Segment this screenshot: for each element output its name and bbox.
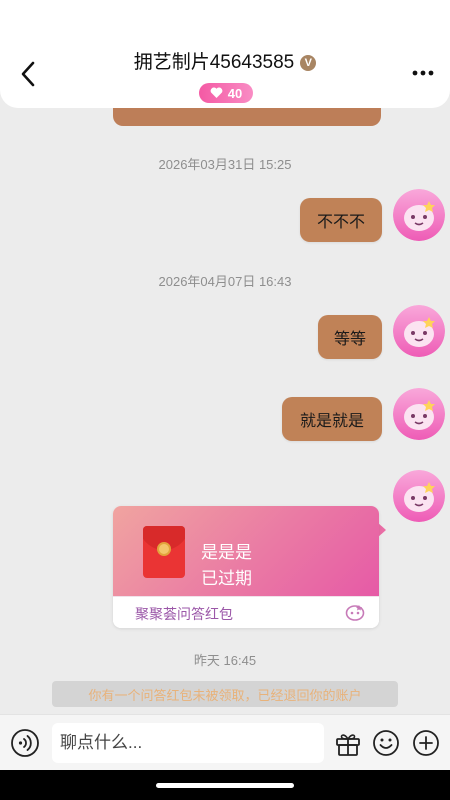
user-avatar[interactable] xyxy=(393,470,445,522)
user-avatar[interactable] xyxy=(393,388,445,440)
chat-title: 拥艺制片45643585 xyxy=(133,52,295,73)
heart-icon xyxy=(210,87,223,98)
chat-header: 拥艺制片45643585 V 40 xyxy=(0,0,450,108)
message-bubble[interactable]: 就是就是 xyxy=(282,397,382,441)
system-home-bar xyxy=(0,770,450,800)
level-badge: 40 xyxy=(199,83,253,103)
more-button[interactable] xyxy=(410,62,436,84)
voice-icon[interactable] xyxy=(10,728,40,758)
emoji-icon[interactable] xyxy=(372,729,400,757)
system-notice: 你有一个问答红包未被领取，已经退回你的账户 xyxy=(52,681,398,707)
chat-title-row: 拥艺制片45643585 V xyxy=(0,50,450,76)
timestamp: 昨天 16:45 xyxy=(193,653,257,668)
brand-logo-icon xyxy=(345,605,365,621)
plus-icon[interactable] xyxy=(412,729,440,757)
red-packet-card[interactable]: 是是是 已过期 聚聚荟问答红包 xyxy=(113,506,379,628)
gift-icon[interactable] xyxy=(334,729,362,757)
timestamp: 2026年03月31日 15:25 xyxy=(158,157,292,172)
home-indicator[interactable] xyxy=(156,783,294,788)
user-avatar[interactable] xyxy=(393,305,445,357)
red-envelope-icon xyxy=(143,526,185,578)
timestamp: 2026年04月07日 16:43 xyxy=(158,274,292,289)
red-packet-body: 是是是 已过期 xyxy=(113,506,379,596)
message-input[interactable] xyxy=(52,723,324,763)
red-packet-footer: 聚聚荟问答红包 xyxy=(113,596,379,628)
red-packet-brand: 聚聚荟问答红包 xyxy=(135,606,233,622)
more-dots-icon xyxy=(412,70,434,76)
message-bubble[interactable]: 等等 xyxy=(318,315,382,359)
level-value: 40 xyxy=(227,85,243,101)
verified-badge: V xyxy=(300,55,317,71)
red-packet-title: 是是是 xyxy=(201,543,252,562)
user-avatar[interactable] xyxy=(393,189,445,241)
red-packet-status: 已过期 xyxy=(201,569,252,588)
input-bar xyxy=(0,714,450,770)
message-bubble[interactable]: 不不不 xyxy=(300,198,382,242)
